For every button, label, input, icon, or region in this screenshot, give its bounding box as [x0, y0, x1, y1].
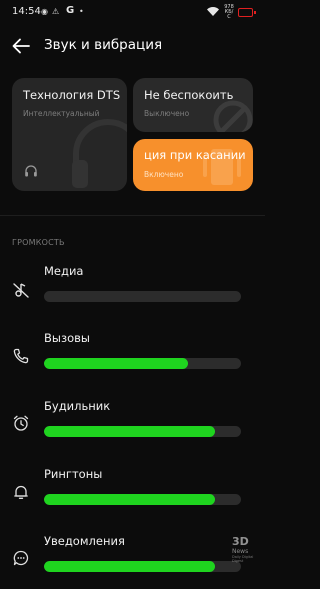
volume-slider-ringtones[interactable] — [44, 494, 241, 505]
volume-section-label: ГРОМКОСТЬ — [12, 238, 65, 247]
music-note-muted-icon — [13, 283, 29, 298]
dnd-tile-subtitle: Выключено — [144, 109, 190, 118]
app-header: Звук и вибрация — [0, 26, 265, 68]
volume-row-notifications: Уведомления — [0, 534, 265, 589]
haptic-feedback-tile[interactable]: ция при касании Включено — [133, 139, 253, 191]
headphones-icon — [72, 119, 127, 188]
dts-tile-subtitle: Интеллектуальный — [23, 109, 100, 118]
dnd-tile-title: Не беспокоить — [144, 88, 234, 102]
volume-slider-notifications[interactable] — [44, 561, 241, 572]
dts-tile[interactable]: Технология DTS Интеллектуальный — [12, 78, 127, 191]
haptic-tile-subtitle: Включено — [144, 170, 184, 179]
status-warning-icon: ⚠ — [52, 7, 60, 16]
headphones-small-icon — [25, 165, 37, 177]
alarm-clock-icon — [13, 415, 29, 431]
watermark-brand: 3D — [232, 535, 249, 548]
google-icon: G — [66, 5, 75, 16]
volume-label-ringtones: Рингтоны — [44, 467, 103, 481]
status-dot-icon: • — [79, 7, 84, 16]
do-not-disturb-icon — [213, 100, 253, 132]
volume-label-alarm: Будильник — [44, 399, 111, 413]
watermark-logo: 3D News Daily Digital Digest — [232, 536, 262, 578]
volume-row-ringtones: Рингтоны — [0, 467, 265, 527]
arrow-left-icon[interactable] — [10, 35, 32, 57]
volume-label-calls: Вызовы — [44, 331, 90, 345]
status-bar: 14:54 ◉ ⚠ △ G • 978 КБ/С — [0, 0, 265, 26]
volume-row-calls: Вызовы — [0, 331, 265, 391]
volume-fill-alarm — [44, 426, 216, 437]
watermark-name: News — [232, 548, 249, 555]
status-time: 14:54 — [12, 6, 41, 17]
volume-label-notifications: Уведомления — [44, 534, 125, 548]
chat-bubble-icon — [13, 550, 29, 566]
network-speed: 978 КБ/С — [223, 5, 235, 20]
volume-label-media: Медиа — [44, 264, 84, 278]
battery-icon — [238, 8, 256, 17]
volume-row-media: Медиа — [0, 264, 265, 324]
page-title: Звук и вибрация — [44, 37, 163, 53]
phone-icon — [13, 348, 29, 364]
volume-fill-ringtones — [44, 494, 216, 505]
do-not-disturb-tile[interactable]: Не беспокоить Выключено — [133, 78, 253, 132]
dts-tile-title: Технология DTS — [23, 88, 121, 102]
volume-row-alarm: Будильник — [0, 399, 265, 459]
section-divider — [0, 215, 265, 216]
bell-icon — [14, 485, 28, 499]
haptic-tile-title: ция при касании — [144, 148, 246, 162]
volume-slider-alarm[interactable] — [44, 426, 241, 437]
wifi-icon — [207, 7, 219, 16]
volume-fill-calls — [44, 358, 188, 369]
status-indicator-1: ◉ — [41, 7, 48, 16]
volume-fill-notifications — [44, 561, 216, 572]
network-speed-unit: КБ/С — [224, 9, 234, 20]
volume-slider-media[interactable] — [44, 291, 241, 302]
watermark-tagline: Daily Digital Digest — [232, 555, 254, 563]
volume-slider-calls[interactable] — [44, 358, 241, 369]
